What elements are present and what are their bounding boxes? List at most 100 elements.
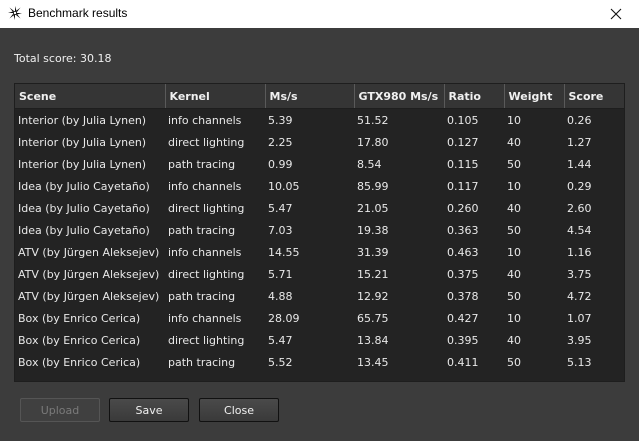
ms-s-cell: 5.71 bbox=[268, 267, 293, 281]
kernel-cell: info channels bbox=[168, 311, 242, 325]
score-cell: 4.54 bbox=[567, 223, 592, 237]
kernel-cell: path tracing bbox=[168, 157, 236, 171]
ratio-cell: 0.260 bbox=[447, 201, 479, 215]
table-row[interactable]: Box (by Enrico Cerica) info channels 28.09… bbox=[15, 307, 624, 329]
kernel-cell: direct lighting bbox=[168, 267, 245, 281]
ms-s-cell: 5.39 bbox=[268, 113, 293, 127]
score-cell: 0.29 bbox=[567, 179, 592, 193]
ratio-cell: 0.115 bbox=[447, 157, 479, 171]
close-button[interactable]: Close bbox=[199, 398, 279, 422]
results-table-container[interactable]: Scene Kernel Ms/s GTX980 Ms/s Ratio Weig… bbox=[14, 83, 625, 382]
upload-button[interactable]: Upload bbox=[20, 398, 100, 422]
ms-s-cell: 4.88 bbox=[268, 289, 293, 303]
weight-cell: 10 bbox=[507, 311, 521, 325]
column-header-scene[interactable]: Scene bbox=[15, 84, 166, 109]
gtx980-ms-s-cell: 31.39 bbox=[357, 245, 389, 259]
score-cell: 3.75 bbox=[567, 267, 592, 281]
ms-s-cell: 0.99 bbox=[268, 157, 293, 171]
score-cell: 1.27 bbox=[567, 135, 592, 149]
table-row[interactable]: ATV (by Jürgen Aleksejev) path tracing 4.8… bbox=[15, 285, 624, 307]
score-cell: 2.60 bbox=[567, 201, 592, 215]
table-row[interactable]: Box (by Enrico Cerica) path tracing 5.52 13… bbox=[15, 351, 624, 373]
table-row[interactable]: Interior (by Julia Lynen) info channels 5.… bbox=[15, 109, 624, 132]
kernel-cell: direct lighting bbox=[168, 135, 245, 149]
column-header-gtx980-ms-s[interactable]: GTX980 Ms/s bbox=[354, 84, 445, 109]
close-icon bbox=[610, 8, 622, 20]
ms-s-cell: 2.25 bbox=[268, 135, 293, 149]
scene-cell: ATV (by Jürgen Aleksejev) bbox=[18, 245, 160, 259]
weight-cell: 40 bbox=[507, 135, 521, 149]
save-button[interactable]: Save bbox=[109, 398, 189, 422]
weight-cell: 40 bbox=[507, 267, 521, 281]
results-table: Scene Kernel Ms/s GTX980 Ms/s Ratio Weig… bbox=[15, 84, 624, 374]
close-window-button[interactable] bbox=[593, 0, 639, 28]
weight-cell: 40 bbox=[507, 333, 521, 347]
gtx980-ms-s-cell: 21.05 bbox=[357, 201, 389, 215]
table-row[interactable]: ATV (by Jürgen Aleksejev) direct lighting… bbox=[15, 263, 624, 285]
ratio-cell: 0.463 bbox=[447, 245, 479, 259]
weight-cell: 50 bbox=[507, 157, 521, 171]
ratio-cell: 0.363 bbox=[447, 223, 479, 237]
column-header-score[interactable]: Score bbox=[564, 84, 624, 109]
score-cell: 3.95 bbox=[567, 333, 592, 347]
column-header-weight[interactable]: Weight bbox=[504, 84, 565, 109]
score-cell: 1.44 bbox=[567, 157, 592, 171]
table-row[interactable]: Idea (by Julio Cayetaño) direct lighting 5… bbox=[15, 197, 624, 219]
ratio-cell: 0.378 bbox=[447, 289, 479, 303]
weight-cell: 50 bbox=[507, 223, 521, 237]
octane-logo-icon bbox=[8, 6, 22, 20]
dialog-body: Total score: 30.18 Scene Kernel Ms/s GTX… bbox=[0, 28, 639, 441]
column-header-kernel[interactable]: Kernel bbox=[165, 84, 266, 109]
kernel-cell: path tracing bbox=[168, 355, 236, 369]
weight-cell: 50 bbox=[507, 355, 521, 369]
table-row[interactable]: Idea (by Julio Cayetaño) path tracing 7.03… bbox=[15, 219, 624, 241]
ratio-cell: 0.375 bbox=[447, 267, 479, 281]
table-row[interactable]: Box (by Enrico Cerica) direct lighting 5.4… bbox=[15, 329, 624, 351]
table-row[interactable]: Interior (by Julia Lynen) path tracing 0.9… bbox=[15, 153, 624, 175]
gtx980-ms-s-cell: 13.84 bbox=[357, 333, 389, 347]
ms-s-cell: 5.52 bbox=[268, 355, 293, 369]
ms-s-cell: 5.47 bbox=[268, 201, 293, 215]
scene-cell: Box (by Enrico Cerica) bbox=[18, 333, 141, 347]
table-row[interactable]: ATV (by Jürgen Aleksejev) info channels 14… bbox=[15, 241, 624, 263]
ratio-cell: 0.411 bbox=[447, 355, 479, 369]
column-header-ratio[interactable]: Ratio bbox=[444, 84, 505, 109]
kernel-cell: direct lighting bbox=[168, 201, 245, 215]
total-score: Total score: 30.18 bbox=[14, 52, 112, 65]
table-header-row: Scene Kernel Ms/s GTX980 Ms/s Ratio Weig… bbox=[15, 84, 624, 109]
ratio-cell: 0.395 bbox=[447, 333, 479, 347]
ms-s-cell: 14.55 bbox=[268, 245, 300, 259]
kernel-cell: info channels bbox=[168, 113, 242, 127]
scene-cell: Idea (by Julio Cayetaño) bbox=[18, 179, 150, 193]
ms-s-cell: 5.47 bbox=[268, 333, 293, 347]
gtx980-ms-s-cell: 15.21 bbox=[357, 267, 389, 281]
kernel-cell: info channels bbox=[168, 245, 242, 259]
weight-cell: 40 bbox=[507, 201, 521, 215]
title-bar: Benchmark results bbox=[0, 0, 639, 28]
gtx980-ms-s-cell: 51.52 bbox=[357, 113, 389, 127]
scene-cell: Idea (by Julio Cayetaño) bbox=[18, 201, 150, 215]
ratio-cell: 0.117 bbox=[447, 179, 479, 193]
kernel-cell: info channels bbox=[168, 179, 242, 193]
column-header-ms-s[interactable]: Ms/s bbox=[265, 84, 355, 109]
results-table-body: Interior (by Julia Lynen) info channels 5.… bbox=[15, 109, 624, 374]
ratio-cell: 0.105 bbox=[447, 113, 479, 127]
gtx980-ms-s-cell: 19.38 bbox=[357, 223, 389, 237]
weight-cell: 10 bbox=[507, 113, 521, 127]
scene-cell: Box (by Enrico Cerica) bbox=[18, 355, 141, 369]
scene-cell: ATV (by Jürgen Aleksejev) bbox=[18, 289, 160, 303]
ms-s-cell: 7.03 bbox=[268, 223, 293, 237]
ms-s-cell: 10.05 bbox=[268, 179, 300, 193]
ratio-cell: 0.427 bbox=[447, 311, 479, 325]
scene-cell: Box (by Enrico Cerica) bbox=[18, 311, 141, 325]
score-cell: 1.16 bbox=[567, 245, 592, 259]
table-row[interactable]: Interior (by Julia Lynen) direct lighting… bbox=[15, 131, 624, 153]
scene-cell: Interior (by Julia Lynen) bbox=[18, 157, 147, 171]
kernel-cell: direct lighting bbox=[168, 333, 245, 347]
ms-s-cell: 28.09 bbox=[268, 311, 300, 325]
gtx980-ms-s-cell: 65.75 bbox=[357, 311, 389, 325]
scene-cell: Idea (by Julio Cayetaño) bbox=[18, 223, 150, 237]
kernel-cell: path tracing bbox=[168, 289, 236, 303]
table-row[interactable]: Idea (by Julio Cayetaño) info channels 10.… bbox=[15, 175, 624, 197]
window-title: Benchmark results bbox=[28, 6, 128, 20]
